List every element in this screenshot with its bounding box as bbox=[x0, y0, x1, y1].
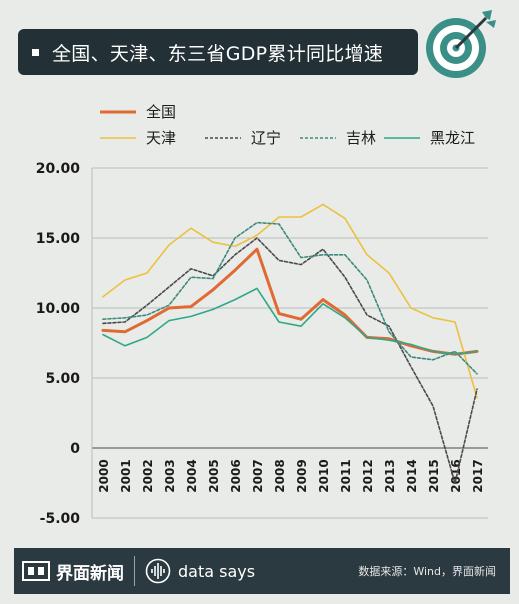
y-tick-label: 5.00 bbox=[45, 371, 80, 387]
x-tick-label: 2003 bbox=[163, 459, 177, 492]
x-axis-ticks: 2000 2001 2002 2003 2004 2005 2006 2007 2008 2009… bbox=[97, 459, 485, 492]
x-tick-label: 2012 bbox=[361, 459, 375, 492]
y-tick-label: -5.00 bbox=[40, 511, 81, 527]
x-tick-label: 2002 bbox=[141, 459, 155, 492]
series-line-1 bbox=[102, 203, 478, 399]
x-tick-label: 2008 bbox=[273, 459, 287, 492]
x-tick-label: 2000 bbox=[97, 459, 111, 492]
x-tick-label: 2014 bbox=[405, 459, 419, 492]
data-says-label: data says bbox=[178, 561, 256, 581]
y-axis-ticks: 20.00 15.00 10.00 5.00 0 -5.00 bbox=[36, 161, 81, 527]
series-line-0 bbox=[101, 247, 479, 356]
x-tick-label: 2015 bbox=[427, 459, 441, 492]
x-tick-label: 2006 bbox=[229, 459, 243, 492]
x-tick-label: 2007 bbox=[251, 459, 265, 492]
brand-logo-icon bbox=[22, 561, 50, 581]
y-tick-label: 15.00 bbox=[36, 231, 81, 247]
y-tick-label: 10.00 bbox=[36, 301, 81, 317]
series-layer bbox=[101, 203, 479, 484]
x-tick-label: 2010 bbox=[317, 459, 331, 492]
x-tick-label: 2005 bbox=[207, 459, 221, 492]
y-tick-label: 0 bbox=[70, 441, 80, 457]
data-source: 数据来源：Wind，界面新闻 bbox=[358, 565, 496, 578]
series-line-3 bbox=[102, 221, 478, 375]
brand: 界面新闻 bbox=[14, 559, 124, 584]
x-tick-label: 2017 bbox=[471, 459, 485, 492]
footer-divider bbox=[134, 556, 135, 586]
x-tick-label: 2013 bbox=[383, 459, 397, 492]
data-says-icon bbox=[145, 558, 171, 584]
line-chart: 20.0015.0010.005.000-5.00 2000 2001 2002 20… bbox=[36, 161, 488, 527]
x-tick-label: 2009 bbox=[295, 459, 309, 492]
series-line-4 bbox=[102, 287, 478, 355]
footer-bar: 界面新闻 data says 数据来源：Wind，界面新闻 bbox=[14, 548, 510, 594]
brand-name: 界面新闻 bbox=[56, 563, 124, 584]
series-line-2 bbox=[102, 237, 478, 484]
x-tick-label: 2004 bbox=[185, 459, 199, 492]
x-tick-label: 2011 bbox=[339, 459, 353, 492]
x-tick-label: 2001 bbox=[119, 459, 133, 492]
y-tick-label: 20.00 bbox=[36, 161, 81, 177]
